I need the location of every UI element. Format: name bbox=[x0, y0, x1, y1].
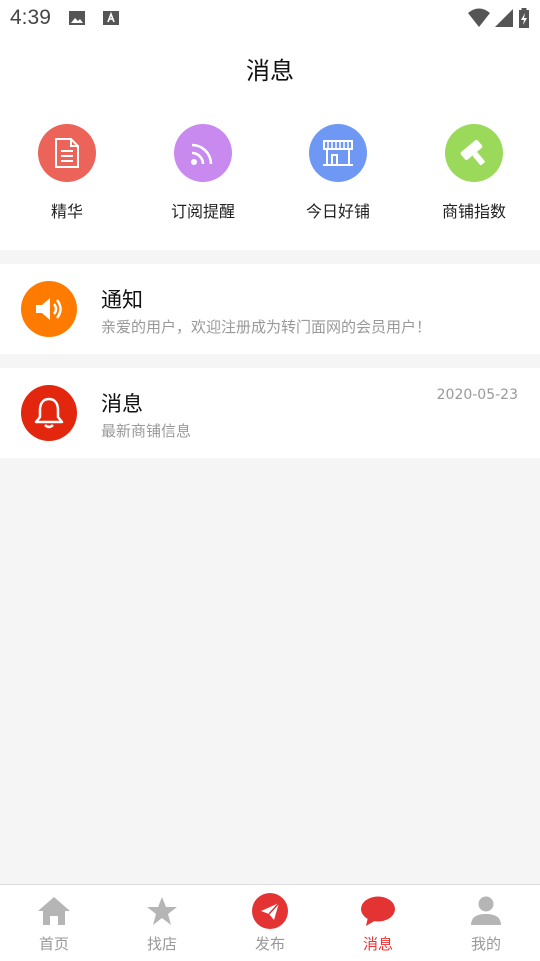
message-title: 通知 bbox=[101, 288, 143, 312]
subscription-icon-circle bbox=[174, 124, 232, 182]
battery-charging-icon bbox=[519, 8, 529, 28]
tab-mine[interactable]: 我的 bbox=[432, 893, 540, 957]
tab-label: 发布 bbox=[254, 935, 285, 953]
notice-avatar bbox=[21, 281, 77, 337]
storefront-icon bbox=[323, 140, 353, 166]
message-row-messages[interactable]: 消息 最新商铺信息 2020-05-23 bbox=[0, 368, 540, 458]
message-date: 2020-05-23 bbox=[436, 387, 518, 403]
quick-link-label: 商铺指数 bbox=[441, 202, 506, 221]
bottom-tab-bar: 首页 找店 发布 消息 我的 bbox=[0, 884, 540, 961]
quick-link-todays-shops[interactable]: 今日好铺 bbox=[278, 124, 398, 222]
message-title: 消息 bbox=[101, 392, 143, 416]
page-title: 消息 bbox=[246, 56, 294, 85]
shop-index-icon-circle bbox=[445, 124, 503, 182]
document-icon bbox=[55, 138, 79, 168]
send-icon bbox=[252, 893, 288, 929]
tab-label: 首页 bbox=[38, 935, 69, 953]
quick-link-label: 今日好铺 bbox=[305, 202, 370, 221]
message-subtitle: 亲爱的用户，欢迎注册成为转门面网的会员用户！ bbox=[101, 318, 432, 336]
status-indicators bbox=[468, 7, 530, 29]
featured-icon-circle bbox=[38, 124, 96, 182]
status-time: 4:39 bbox=[10, 6, 51, 29]
status-bar: 4:39 bbox=[0, 0, 540, 36]
quick-link-featured[interactable]: 精华 bbox=[7, 124, 127, 222]
image-notification-icon bbox=[69, 11, 85, 25]
tab-messages[interactable]: 消息 bbox=[324, 893, 432, 957]
tab-label: 我的 bbox=[470, 935, 501, 953]
rss-icon bbox=[191, 143, 213, 165]
todays-shops-icon-circle bbox=[309, 124, 367, 182]
bell-icon bbox=[34, 397, 64, 429]
font-notification-icon bbox=[103, 11, 119, 25]
cellular-signal-icon bbox=[495, 9, 513, 27]
quick-link-label: 精华 bbox=[50, 202, 83, 221]
tab-label: 找店 bbox=[146, 935, 177, 953]
star-icon bbox=[147, 897, 177, 925]
wifi-icon bbox=[468, 8, 490, 27]
message-subtitle: 最新商铺信息 bbox=[101, 422, 192, 440]
quick-link-shop-index[interactable]: 商铺指数 bbox=[414, 124, 534, 222]
home-icon bbox=[38, 897, 70, 925]
header: 消息 bbox=[0, 36, 540, 100]
chat-bubble-icon bbox=[361, 896, 395, 926]
speaker-icon bbox=[36, 298, 62, 320]
quick-link-subscription[interactable]: 订阅提醒 bbox=[143, 124, 263, 222]
hammer-icon bbox=[460, 139, 485, 166]
tab-label: 消息 bbox=[362, 935, 393, 953]
quick-link-label: 订阅提醒 bbox=[170, 202, 235, 221]
message-row-notice[interactable]: 通知 亲爱的用户，欢迎注册成为转门面网的会员用户！ bbox=[0, 264, 540, 354]
tab-home[interactable]: 首页 bbox=[0, 893, 108, 957]
tab-publish[interactable]: 发布 bbox=[216, 893, 324, 957]
tab-find-shop[interactable]: 找店 bbox=[108, 893, 216, 957]
messages-avatar bbox=[21, 385, 77, 441]
quick-links: 精华 订阅提醒 今日好铺 商铺指数 bbox=[0, 100, 540, 250]
person-icon bbox=[471, 896, 501, 925]
